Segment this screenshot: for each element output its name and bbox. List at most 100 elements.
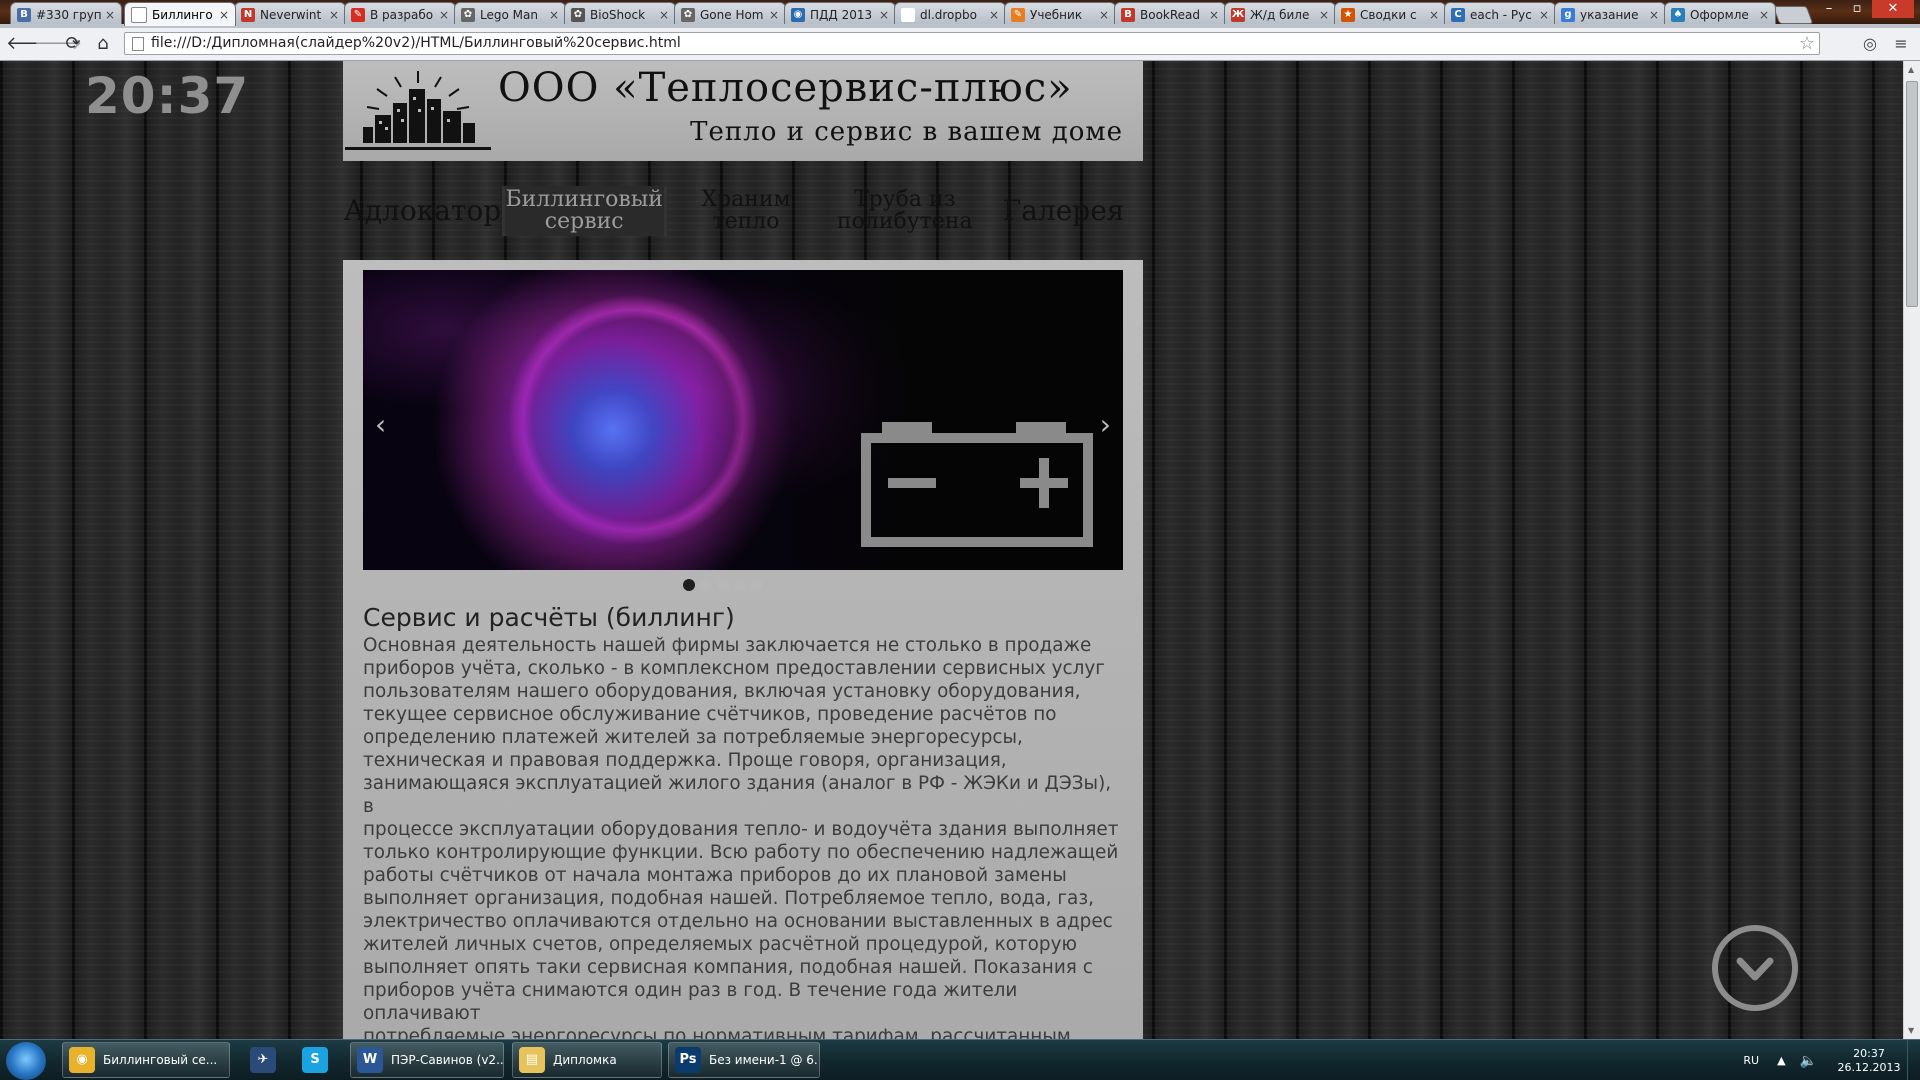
taskbar-item-5[interactable]: Ps Без имени-1 @ 6...	[668, 1042, 820, 1078]
slider-dot[interactable]	[683, 579, 695, 591]
slider-dot[interactable]	[717, 579, 729, 591]
scroll-down-button[interactable]	[1712, 925, 1798, 1011]
close-window-button[interactable]: ✕	[1872, 0, 1914, 18]
tab-close-icon[interactable]: ×	[1429, 8, 1439, 22]
taskbar-item-1[interactable]: ✈	[240, 1042, 286, 1078]
tab-title: Ж/д биле	[1250, 7, 1310, 22]
scrollbar-thumb[interactable]	[1906, 81, 1918, 307]
taskbar-item-2[interactable]: S	[292, 1042, 338, 1078]
content-panel: ‹ › Сервис и расчёты (биллинг) Основная …	[343, 260, 1143, 1039]
scroll-up-arrow-icon[interactable]: ▲	[1908, 65, 1914, 74]
tab-8[interactable]: dl.dropbo ×	[894, 2, 1006, 26]
article-title: Сервис и расчёты (биллинг)	[363, 603, 735, 632]
taskbar-item-4[interactable]: ▤ Дипломка	[512, 1042, 662, 1078]
tab-9[interactable]: ✎ Учебник ×	[1004, 2, 1116, 26]
show-desktop-button[interactable]	[1907, 1040, 1920, 1080]
tab-12[interactable]: ★ Сводки с ×	[1334, 2, 1446, 26]
slider-dot[interactable]	[751, 579, 763, 591]
chevron-down-icon	[1736, 957, 1774, 981]
tab-3[interactable]: ✎ В разрабо ×	[344, 2, 456, 26]
tray-arrow-icon[interactable]: ▲	[1777, 1054, 1785, 1067]
taskbar-app-icon: S	[302, 1047, 328, 1073]
tray-clock[interactable]: 20:37 26.12.2013	[1831, 1047, 1907, 1075]
menu-icon[interactable]: ≡	[1891, 34, 1911, 54]
tab-close-icon[interactable]: ×	[879, 8, 889, 22]
taskbar-app-icon: Ps	[675, 1047, 701, 1073]
tab-1[interactable]: Биллинго ×	[124, 2, 236, 26]
tab-close-icon[interactable]: ×	[105, 8, 115, 22]
tab-11[interactable]: Ж Ж/д биле ×	[1224, 2, 1336, 26]
tab-strip: – ▫ ✕ B #330 групп × Биллинго × N Neverwint × ✎ В…	[0, 0, 1920, 28]
language-indicator[interactable]: RU	[1743, 1054, 1759, 1067]
tab-13[interactable]: Ceach - Рус ×	[1444, 2, 1556, 26]
article-body: Основная деятельность нашей фирмы заключ…	[363, 634, 1123, 1039]
menu-item-4[interactable]: Галерея	[984, 186, 1143, 236]
taskbar-item-3[interactable]: W ПЭР-Савинов (v2...	[350, 1042, 504, 1078]
menu-item-1[interactable]: Биллинговый сервис	[504, 186, 664, 236]
slider-dot[interactable]	[700, 579, 712, 591]
menu-item-3[interactable]: Труба из полибутена	[825, 186, 984, 236]
taskbar-item-label: ПЭР-Савинов (v2...	[391, 1053, 504, 1067]
menu-item-2[interactable]: Храним тепло	[663, 186, 826, 236]
tab-14[interactable]: g указание ×	[1554, 2, 1666, 26]
tab-close-icon[interactable]: ×	[549, 8, 559, 22]
slider-prev-icon[interactable]: ‹	[375, 408, 386, 441]
tab-close-icon[interactable]: ×	[1099, 8, 1109, 22]
menu-item-0[interactable]: Адлокатор	[343, 186, 505, 236]
taskbar-item-0[interactable]: ◉ Биллинговый се...	[62, 1042, 230, 1078]
volume-icon[interactable]: 🔈	[1800, 1053, 1817, 1069]
slider-next-icon[interactable]: ›	[1100, 408, 1111, 441]
slide-swirl-image	[363, 270, 923, 570]
tab-2[interactable]: N Neverwint ×	[234, 2, 346, 26]
tab-close-icon[interactable]: ×	[769, 8, 779, 22]
tab-title: Lego Man	[480, 7, 538, 22]
home-button[interactable]: ⌂	[92, 33, 114, 55]
tab-15[interactable]: ♠ Оформле ×	[1664, 2, 1776, 26]
tab-7[interactable]: ◉ ПДД 2013 ×	[784, 2, 896, 26]
tab-6[interactable]: ✿ Gone Hom ×	[674, 2, 786, 26]
extension-icon[interactable]: ◎	[1860, 34, 1880, 54]
article-line: процессе эксплуатации оборудования тепло…	[363, 819, 1119, 840]
tab-close-icon[interactable]: ×	[329, 8, 339, 22]
tab-5[interactable]: ✿ BioShock ×	[564, 2, 676, 26]
page-viewport: 20:37 ООО «Теплосервис-плюс» Тепло и сер…	[0, 61, 1903, 1039]
tab-close-icon[interactable]: ×	[439, 8, 449, 22]
tab-10[interactable]: B BookRead ×	[1114, 2, 1226, 26]
page-scrollbar[interactable]: ▲ ▼	[1903, 61, 1920, 1039]
tab-close-icon[interactable]: ×	[219, 8, 229, 22]
scroll-down-arrow-icon[interactable]: ▼	[1908, 1026, 1914, 1035]
maximize-button[interactable]: ▫	[1844, 0, 1870, 18]
tab-close-icon[interactable]: ×	[1319, 8, 1329, 22]
system-tray: RU ▲ 🔈 20:37 26.12.2013	[1743, 1040, 1920, 1080]
tab-close-icon[interactable]: ×	[989, 8, 999, 22]
tab-title: BioShock	[590, 7, 646, 22]
article-line: только контролирующие функции. Всю работ…	[363, 842, 1119, 863]
tab-close-icon[interactable]: ×	[1649, 8, 1659, 22]
bookmark-star-icon[interactable]: ☆	[1799, 33, 1815, 54]
tab-close-icon[interactable]: ×	[659, 8, 669, 22]
tab-favicon-icon: ✿	[571, 7, 585, 22]
battery-icon	[861, 422, 1093, 547]
tab-0[interactable]: B #330 групп ×	[10, 2, 122, 26]
tab-favicon-icon: B	[1121, 7, 1135, 22]
page-icon	[132, 37, 144, 51]
forward-button[interactable]: 🡒	[34, 33, 82, 55]
tab-close-icon[interactable]: ×	[1209, 8, 1219, 22]
article-line: приборов учёта, сколько - в комплексном …	[363, 658, 1105, 679]
taskbar-app-icon: ▤	[519, 1047, 545, 1073]
tray-time: 20:37	[1853, 1046, 1885, 1060]
tab-close-icon[interactable]: ×	[1759, 8, 1769, 22]
address-bar[interactable]: file:///D:/Дипломная(слайдер%20v2)/HTML/…	[124, 32, 1820, 55]
tab-title: Оформле	[1690, 7, 1749, 22]
tab-close-icon[interactable]: ×	[1539, 8, 1549, 22]
reload-button[interactable]: ⟳	[62, 33, 84, 55]
start-button[interactable]	[6, 1042, 46, 1080]
minimize-button[interactable]: –	[1816, 0, 1842, 18]
back-button[interactable]: 🡐	[6, 33, 54, 55]
tab-4[interactable]: ✿ Lego Man ×	[454, 2, 566, 26]
address-text: file:///D:/Дипломная(слайдер%20v2)/HTML/…	[151, 35, 681, 51]
new-tab-button[interactable]	[1772, 6, 1814, 24]
windows-taskbar: RU ▲ 🔈 20:37 26.12.2013 ◉ Биллинговый се.…	[0, 1039, 1920, 1080]
slider-dot[interactable]	[734, 579, 746, 591]
tab-favicon-icon: g	[1561, 7, 1575, 22]
